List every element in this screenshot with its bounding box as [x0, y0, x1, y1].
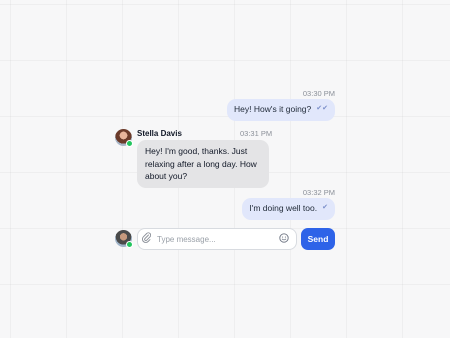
message-input[interactable]: Type message...	[157, 235, 279, 244]
outgoing-message: I'm doing well too. ✔	[242, 198, 335, 220]
send-button[interactable]: Send	[301, 228, 335, 250]
paperclip-icon[interactable]	[142, 230, 156, 248]
message-timestamp: 03:32 PM	[302, 188, 335, 197]
user-avatar[interactable]	[115, 230, 133, 248]
read-receipt-icon: ✔✔	[316, 105, 328, 112]
message-line: Hey! I'm good, thanks. Just	[145, 146, 248, 156]
message-input-container[interactable]: Type message...	[137, 228, 297, 250]
incoming-message: Hey! I'm good, thanks. Just relaxing aft…	[137, 140, 269, 188]
message-text: I'm doing well too.	[249, 203, 318, 213]
message-timestamp: 03:31 PM	[240, 129, 273, 138]
message-line: relaxing after a long day. How	[145, 158, 257, 169]
message-line: about you?	[145, 171, 188, 181]
online-status-indicator	[126, 241, 133, 248]
message-text: Hey! How's it going?	[234, 104, 312, 114]
outgoing-message: Hey! How's it going? ✔✔	[227, 99, 335, 121]
sender-name: Stella Davis	[137, 129, 182, 138]
online-status-indicator	[126, 140, 133, 147]
message-timestamp: 03:30 PM	[302, 89, 335, 98]
sent-receipt-icon: ✔	[322, 204, 328, 211]
emoji-icon[interactable]	[279, 230, 291, 248]
contact-avatar[interactable]	[115, 129, 133, 147]
